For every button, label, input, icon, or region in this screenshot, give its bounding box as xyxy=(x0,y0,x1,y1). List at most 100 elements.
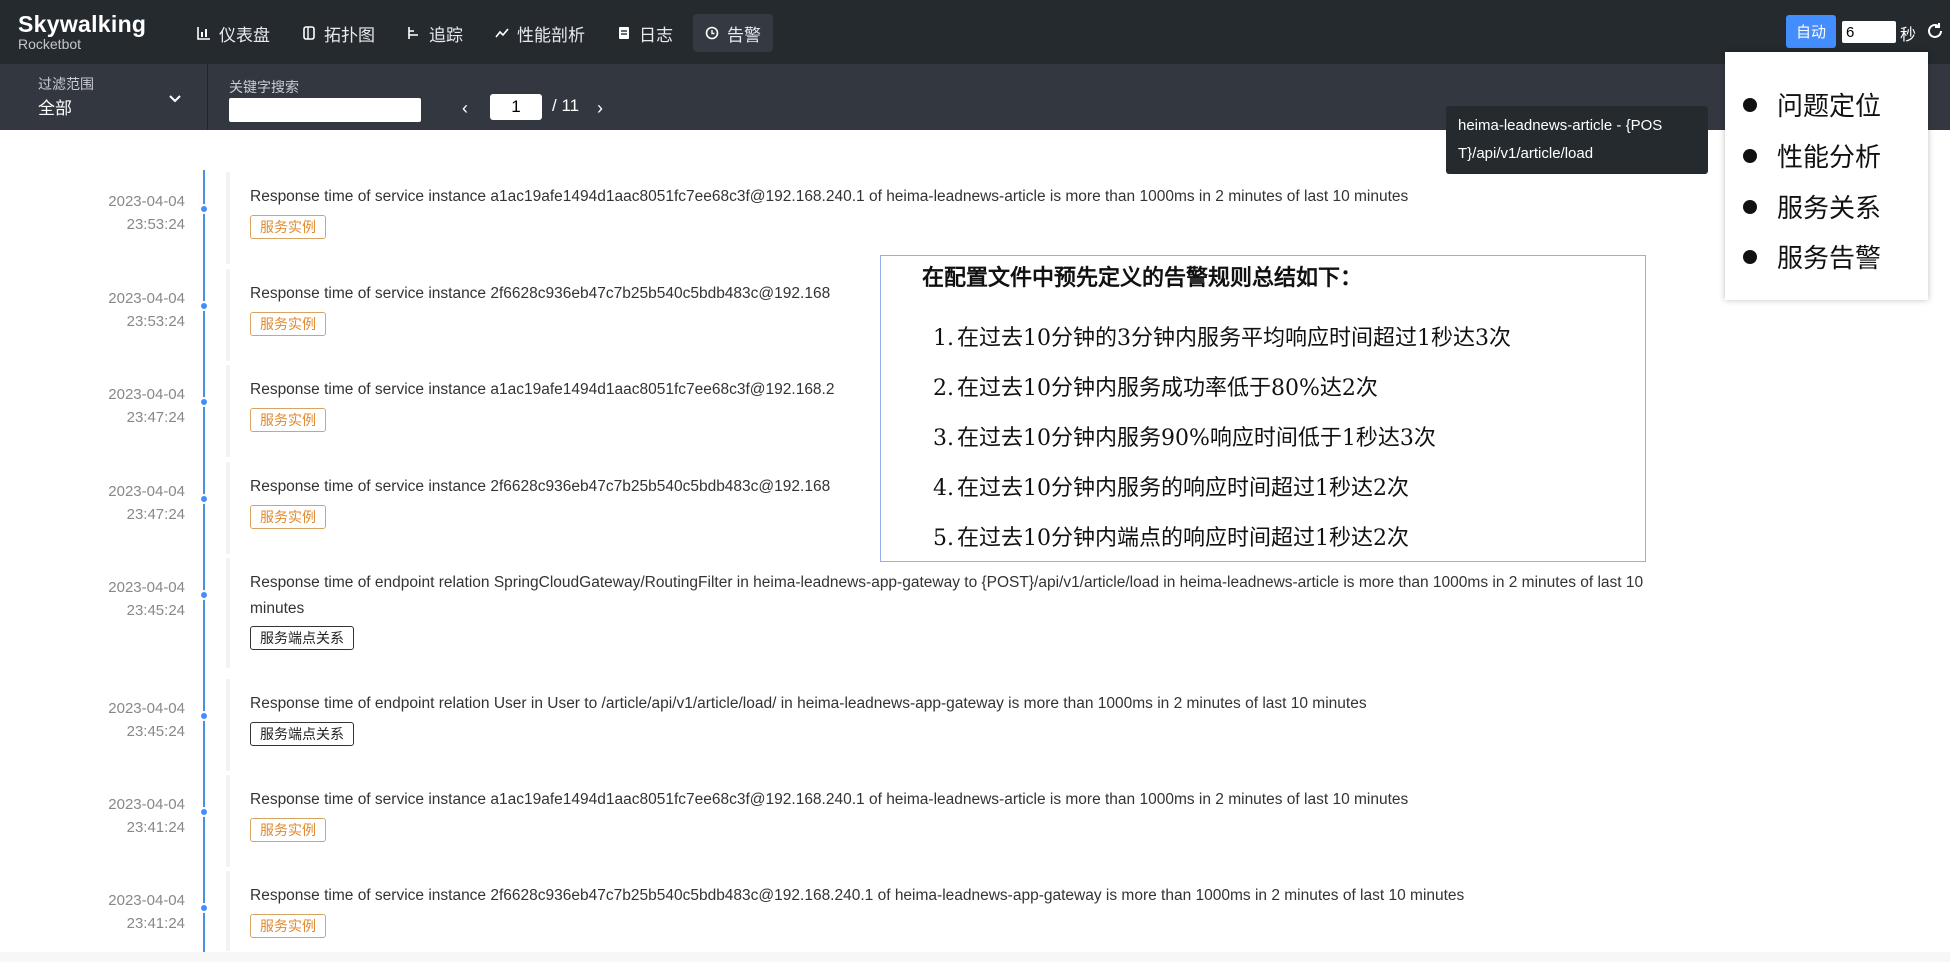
alarm-card-edge xyxy=(226,775,230,867)
outline-item-label: 服务告警 xyxy=(1777,243,1882,273)
nav-item-label: 日志 xyxy=(639,25,673,45)
nav-item-dashboard[interactable]: 仪表盘 xyxy=(185,14,282,52)
alarm-date: 2023-04-04 xyxy=(108,483,185,500)
nav-item-log[interactable]: 日志 xyxy=(605,14,685,52)
alarm-scope-tag: 服务实例 xyxy=(250,215,326,239)
refresh-interval-input[interactable] xyxy=(1842,21,1896,43)
outline-item: 服务告警 xyxy=(1743,238,1881,275)
alarm-scope-tag: 服务实例 xyxy=(250,818,326,842)
outline-item-label: 性能分析 xyxy=(1777,142,1882,172)
alarm-rules-panel: 在配置文件中预先定义的告警规则总结如下： 1. 在过去10分钟的3分钟内服务平均响… xyxy=(880,255,1646,562)
rule-item: 1. 在过去10分钟的3分钟内服务平均响应时间超过1秒达3次 xyxy=(933,326,1511,351)
nav-item-label: 追踪 xyxy=(429,25,463,45)
alarm-time: 23:47:24 xyxy=(126,506,185,523)
alarm-scope-tag: 服务端点关系 xyxy=(250,626,354,650)
bullet-icon xyxy=(1743,249,1757,264)
trace-icon xyxy=(408,27,418,39)
nav-item-label: 性能剖析 xyxy=(517,25,585,45)
nav-item-label: 仪表盘 xyxy=(219,25,270,45)
logo-brand: Skywalking xyxy=(18,11,147,37)
page-number-input[interactable] xyxy=(490,94,542,120)
timeline-dot xyxy=(199,301,209,311)
alarm-time: 23:53:24 xyxy=(126,216,185,233)
alarm-scope-tag: 服务实例 xyxy=(250,408,326,432)
alarm-card-edge xyxy=(226,269,230,361)
alarm-message: Response time of endpoint relation Sprin… xyxy=(250,574,1644,617)
profile-icon xyxy=(495,28,509,38)
nav-item-label: 告警 xyxy=(727,25,761,45)
timeline-dot xyxy=(199,711,209,721)
outline-item: 性能分析 xyxy=(1743,137,1881,174)
auto-refresh-button[interactable]: 自动 xyxy=(1786,15,1836,48)
alarm-date: 2023-04-04 xyxy=(108,579,185,596)
bullet-icon xyxy=(1743,199,1757,214)
tooltip-line: T}/api/v1/article/load xyxy=(1458,145,1594,162)
rules-title: 在配置文件中预先定义的告警规则总结如下： xyxy=(922,265,1363,291)
timeline-dot xyxy=(199,807,209,817)
alarm-card-edge xyxy=(226,871,230,951)
main-nav: 仪表盘 拓扑图 追踪 性能剖析 日志 告警 xyxy=(185,14,773,52)
alarm-card-edge xyxy=(226,462,230,554)
outline-item-label: 问题定位 xyxy=(1777,91,1882,121)
bullet-icon xyxy=(1743,148,1757,163)
chevron-left-icon[interactable]: ‹ xyxy=(462,98,468,119)
alarm-scope-tag: 服务实例 xyxy=(250,312,326,336)
timeline-dot xyxy=(199,903,209,913)
alarm-card-edge xyxy=(226,679,230,771)
rule-item: 2. 在过去10分钟内服务成功率低于80%达2次 xyxy=(933,376,1378,401)
timeline-dot xyxy=(199,494,209,504)
rule-text: 在过去10分钟内服务的响应时间超过1秒达2次 xyxy=(957,476,1409,501)
nav-item-topology[interactable]: 拓扑图 xyxy=(290,14,387,52)
rule-text: 在过去10分钟的3分钟内服务平均响应时间超过1秒达3次 xyxy=(957,326,1511,351)
interval-unit-label: 秒 xyxy=(1900,27,1917,44)
alarm-date: 2023-04-04 xyxy=(108,700,185,717)
tooltip-line: heima-leadnews-article - {POS xyxy=(1458,117,1663,134)
alarm-date: 2023-04-04 xyxy=(108,290,185,307)
alarm-message: Response time of service instance 2f6628… xyxy=(250,887,1465,904)
alarm-scope-tag: 服务实例 xyxy=(250,505,326,529)
nav-item-trace[interactable]: 追踪 xyxy=(395,14,475,52)
refresh-icon[interactable] xyxy=(1926,22,1944,40)
rule-text: 在过去10分钟内端点的响应时间超过1秒达2次 xyxy=(957,526,1409,551)
timeline-line xyxy=(203,170,205,962)
nav-item-label: 拓扑图 xyxy=(324,25,375,45)
alarm-time: 23:45:24 xyxy=(126,723,185,740)
bottom-scroll-area xyxy=(0,952,1950,962)
alarm-message: Response time of service instance a1ac19… xyxy=(250,791,1409,808)
rule-item: 5. 在过去10分钟内端点的响应时间超过1秒达2次 xyxy=(933,526,1409,551)
keyword-search-label: 关键字搜索 xyxy=(229,79,299,95)
bullet-icon xyxy=(1743,97,1757,112)
filter-scope-select[interactable]: 过滤范围 全部 xyxy=(0,64,208,130)
outline-panel: 问题定位 性能分析 服务关系 服务告警 xyxy=(1725,52,1928,300)
page-total: / 11 xyxy=(552,96,580,115)
log-icon xyxy=(619,27,629,39)
rule-text: 在过去10分钟内服务90%响应时间低于1秒达3次 xyxy=(957,426,1436,451)
dashboard-icon xyxy=(197,27,210,40)
alarm-date: 2023-04-04 xyxy=(108,892,185,909)
logo-subtitle: Rocketbot xyxy=(18,36,82,52)
alarm-time: 23:45:24 xyxy=(126,602,185,619)
nav-item-profile[interactable]: 性能剖析 xyxy=(483,14,597,52)
timeline-dot xyxy=(199,590,209,600)
outline-item-label: 服务关系 xyxy=(1777,193,1882,223)
alarm-message: Response time of endpoint relation User … xyxy=(250,695,1367,712)
alarm-date: 2023-04-04 xyxy=(108,796,185,813)
alarm-date: 2023-04-04 xyxy=(108,386,185,403)
alarm-scope-tag: 服务端点关系 xyxy=(250,722,354,746)
keyword-search-input[interactable] xyxy=(229,98,421,122)
logo[interactable]: Skywalking Rocketbot xyxy=(18,12,146,52)
filter-scope-value: 全部 xyxy=(38,99,72,118)
alarm-icon xyxy=(705,26,719,40)
alarm-time: 23:47:24 xyxy=(126,409,185,426)
timeline-dot xyxy=(199,204,209,214)
chevron-right-icon[interactable]: › xyxy=(597,98,603,119)
alarm-scope-tag: 服务实例 xyxy=(250,914,326,938)
timeline-dot xyxy=(199,397,209,407)
rule-item: 4. 在过去10分钟内服务的响应时间超过1秒达2次 xyxy=(933,476,1409,501)
alarm-card-edge xyxy=(226,365,230,457)
alarm-time: 23:41:24 xyxy=(126,819,185,836)
alarm-card-edge xyxy=(226,558,230,668)
top-navigation-bar: Skywalking Rocketbot 仪表盘 拓扑图 追踪 性能剖析 日志 … xyxy=(0,0,1950,64)
nav-item-alarm[interactable]: 告警 xyxy=(693,14,773,52)
alarm-card-edge xyxy=(226,172,230,264)
